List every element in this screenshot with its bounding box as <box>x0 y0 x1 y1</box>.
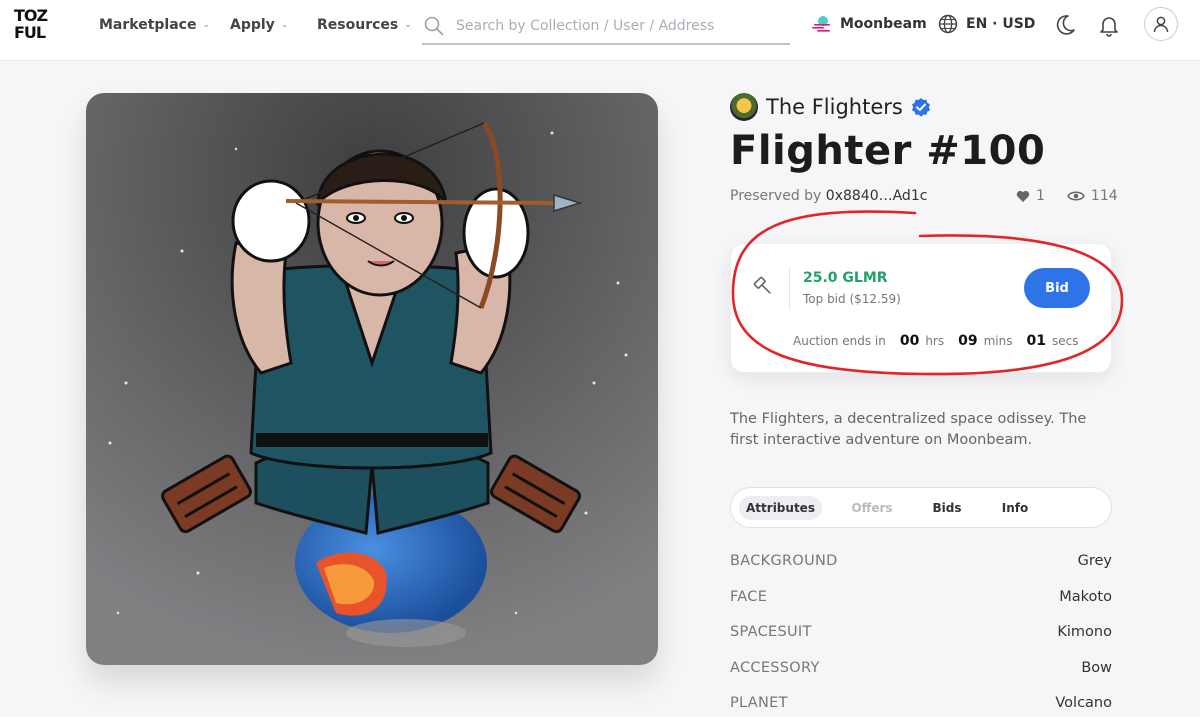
tab-attributes[interactable]: Attributes <box>739 496 822 520</box>
moon-icon[interactable] <box>1055 13 1077 37</box>
attribute-row: ACCESSORY Bow <box>730 660 1112 676</box>
attribute-value: Makoto <box>1059 589 1112 605</box>
countdown-minutes-unit: mins <box>983 334 1013 348</box>
verified-badge-icon <box>911 98 930 117</box>
nft-description: The Flighters, a decentralized space odi… <box>730 411 1087 448</box>
chevron-down-icon: ⌄ <box>404 20 412 30</box>
tab-offers[interactable]: Offers <box>843 496 901 520</box>
tofu-logo[interactable]: TOZ FUL <box>14 8 50 44</box>
tab-bids[interactable]: Bids <box>921 496 973 520</box>
chain-label: Moonbeam <box>840 16 927 32</box>
chain-selector[interactable]: Moonbeam <box>812 15 927 33</box>
owner-line: Preserved by 0x8840…Ad1c <box>730 188 927 204</box>
nav-apply[interactable]: Apply ⌄ <box>230 17 288 33</box>
preserved-by-label: Preserved by <box>730 188 822 204</box>
card-divider <box>789 268 790 310</box>
countdown-hours-unit: hrs <box>925 334 945 348</box>
account-button[interactable] <box>1144 7 1178 41</box>
nav-marketplace-label: Marketplace <box>99 17 197 33</box>
auction-card: 25.0 GLMR Top bid ($12.59) Bid Auction e… <box>730 243 1112 373</box>
collection-link[interactable]: The Flighters <box>730 93 931 121</box>
locale-label: EN · USD <box>966 16 1036 32</box>
attribute-value: Grey <box>1077 553 1112 569</box>
attribute-key: FACE <box>730 589 768 605</box>
countdown-seconds-unit: secs <box>1051 334 1079 348</box>
bell-icon[interactable] <box>1098 13 1120 37</box>
attribute-row: PLANET Volcano <box>730 695 1112 711</box>
logo-line-1: TOZ <box>14 6 48 25</box>
moonbeam-logo-icon <box>812 16 830 32</box>
nft-artwork-image <box>86 93 658 665</box>
nav-resources[interactable]: Resources ⌄ <box>317 17 412 33</box>
logo-line-2: FUL <box>14 23 46 42</box>
attribute-value: Volcano <box>1055 695 1112 711</box>
nav-resources-label: Resources <box>317 17 399 33</box>
bid-button[interactable]: Bid <box>1024 268 1090 308</box>
nft-artwork[interactable] <box>86 93 658 665</box>
attribute-key: SPACESUIT <box>730 624 812 640</box>
locale-selector[interactable]: EN · USD <box>938 14 1035 34</box>
nav-marketplace[interactable]: Marketplace ⌄ <box>99 17 210 33</box>
gavel-icon <box>753 276 771 294</box>
auction-countdown: Auction ends in 00 hrs 09 mins 01 secs <box>793 333 1078 349</box>
views-stat: 114 <box>1067 188 1118 204</box>
attribute-value: Bow <box>1081 660 1112 676</box>
nft-stats: 1 114 <box>1016 188 1118 204</box>
user-icon <box>1153 16 1169 33</box>
auction-ends-label: Auction ends in <box>793 334 886 348</box>
likes-count: 1 <box>1036 188 1045 204</box>
likes-stat[interactable]: 1 <box>1016 188 1045 204</box>
countdown-hours: 00 <box>899 333 920 349</box>
top-bid-label: Top bid ($12.59) <box>803 292 901 306</box>
tab-info[interactable]: Info <box>991 496 1039 520</box>
attribute-row: SPACESUIT Kimono <box>730 624 1112 640</box>
attribute-row: FACE Makoto <box>730 589 1112 605</box>
owner-address-link[interactable]: 0x8840…Ad1c <box>826 188 928 204</box>
current-price: 25.0 GLMR <box>803 270 888 286</box>
search-icon <box>424 16 444 35</box>
collection-avatar <box>730 93 758 121</box>
attribute-key: BACKGROUND <box>730 553 838 569</box>
countdown-seconds: 01 <box>1026 333 1046 349</box>
heart-icon <box>1016 190 1030 202</box>
search-bar[interactable] <box>422 8 790 45</box>
search-input[interactable] <box>456 17 776 34</box>
attribute-key: ACCESSORY <box>730 660 820 676</box>
countdown-minutes: 09 <box>958 333 978 349</box>
chevron-down-icon: ⌄ <box>280 20 289 30</box>
chevron-down-icon: ⌄ <box>202 20 211 30</box>
attribute-value: Kimono <box>1057 624 1112 640</box>
nav-apply-label: Apply <box>230 17 275 33</box>
eye-icon <box>1067 191 1085 201</box>
attribute-key: PLANET <box>730 695 788 711</box>
globe-icon <box>938 14 958 34</box>
attribute-row: BACKGROUND Grey <box>730 553 1112 569</box>
detail-tabs: Attributes Offers Bids Info <box>730 487 1112 528</box>
nft-title: Flighter #100 <box>730 128 1046 174</box>
collection-name: The Flighters <box>766 95 903 119</box>
top-header: TOZ FUL Marketplace ⌄ Apply ⌄ Resources … <box>0 0 1200 61</box>
views-count: 114 <box>1090 188 1118 204</box>
